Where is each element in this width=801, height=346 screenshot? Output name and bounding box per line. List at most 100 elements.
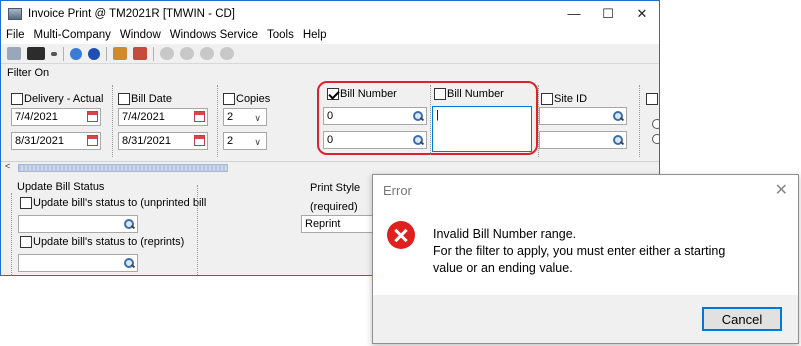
- radio-option-2[interactable]: [652, 134, 659, 144]
- lookup-icon[interactable]: [412, 110, 424, 122]
- dialog-message: Invalid Bill Number range. For the filte…: [433, 226, 725, 277]
- app-icon: [8, 7, 22, 20]
- bill-date-checkbox-group[interactable]: Bill Date: [118, 93, 172, 106]
- calendar-icon[interactable]: [87, 135, 98, 146]
- copies-label: Copies: [236, 93, 271, 106]
- help-icon[interactable]: [70, 47, 82, 60]
- copies-value-1: 2: [227, 111, 234, 123]
- bill-number-from-checkbox-group[interactable]: Bill Number: [327, 88, 397, 101]
- column-divider: [430, 85, 431, 155]
- toolbar-separator: [106, 46, 107, 61]
- unprinted-status-field[interactable]: [18, 215, 138, 233]
- column-divider: [217, 85, 218, 157]
- lookup-icon[interactable]: [612, 110, 624, 122]
- reprints-label: Update bill's status to (reprints): [33, 236, 185, 249]
- menu-window[interactable]: Window: [120, 29, 161, 41]
- bill-number-from-field-2[interactable]: 0: [323, 131, 427, 149]
- print-icon[interactable]: [7, 47, 21, 60]
- bill-date-checkbox[interactable]: [118, 93, 130, 106]
- reprints-checkbox-group[interactable]: Update bill's status to (reprints): [20, 236, 185, 249]
- site-id-field-2[interactable]: [539, 131, 627, 149]
- copies-checkbox[interactable]: [223, 93, 235, 106]
- bill-number-from-value-2: 0: [327, 134, 334, 146]
- minimize-button[interactable]: —: [557, 1, 591, 26]
- bill-date-to-value: 8/31/2021: [122, 135, 171, 147]
- reprints-status-field[interactable]: [18, 254, 138, 272]
- horizontal-scrollbar[interactable]: <: [1, 161, 659, 173]
- delivery-to-value: 8/31/2021: [15, 135, 64, 147]
- bill-date-from-value: 7/4/2021: [122, 111, 165, 123]
- bill-number-from-value-1: 0: [327, 110, 334, 122]
- column-divider: [112, 85, 113, 157]
- print-style-value: Reprint: [305, 218, 341, 230]
- window-title: Invoice Print @ TM2021R [TMWIN - CD]: [28, 7, 235, 20]
- menu-multi-company[interactable]: Multi-Company: [34, 29, 111, 41]
- menu-tools[interactable]: Tools: [267, 29, 294, 41]
- bill-number-from-label: Bill Number: [340, 88, 397, 101]
- column-divider: [639, 85, 640, 157]
- group-divider: [197, 185, 198, 275]
- unprinted-checkbox[interactable]: [20, 197, 32, 210]
- error-icon: [387, 221, 415, 249]
- delivery-from-date[interactable]: 7/4/2021: [11, 108, 101, 126]
- copies-checkbox-group[interactable]: Copies: [223, 93, 271, 106]
- reprints-checkbox[interactable]: [20, 236, 32, 249]
- calendar-icon[interactable]: [194, 111, 205, 122]
- menu-file[interactable]: File: [6, 29, 25, 41]
- dialog-title: Error: [383, 183, 412, 198]
- scrollbar-thumb[interactable]: [18, 164, 228, 172]
- bill-number-to-field[interactable]: |: [432, 106, 532, 152]
- lookup-icon[interactable]: [612, 134, 624, 146]
- next-column-checkbox[interactable]: [646, 93, 658, 106]
- lookup-icon[interactable]: [123, 218, 135, 230]
- bill-date-label: Bill Date: [131, 93, 172, 106]
- menu-windows-service[interactable]: Windows Service: [170, 29, 258, 41]
- bill-number-from-field-1[interactable]: 0: [323, 107, 427, 125]
- partial-checkbox[interactable]: [646, 93, 658, 106]
- copies-select-1[interactable]: 2 ∨: [223, 108, 267, 126]
- chevron-down-icon: ∨: [254, 113, 261, 123]
- delivery-actual-checkbox[interactable]: [11, 93, 23, 106]
- print-style-label: Print Style: [310, 182, 361, 194]
- bill-number-from-checkbox[interactable]: [327, 88, 339, 101]
- group-divider: [11, 193, 12, 275]
- calendar-icon[interactable]: [87, 111, 98, 122]
- site-id-field-1[interactable]: [539, 107, 627, 125]
- window-controls: — ☐ ✕: [557, 1, 659, 26]
- pen-icon[interactable]: [113, 47, 127, 60]
- maximize-button[interactable]: ☐: [591, 1, 625, 26]
- title-bar: Invoice Print @ TM2021R [TMWIN - CD] — ☐…: [1, 1, 659, 26]
- menu-bar: File Multi-Company Window Windows Servic…: [1, 26, 659, 44]
- dialog-footer: Cancel: [373, 295, 798, 343]
- bill-date-from[interactable]: 7/4/2021: [118, 108, 208, 126]
- clear-icon[interactable]: [133, 47, 147, 60]
- site-id-checkbox[interactable]: [541, 93, 553, 106]
- delivery-actual-checkbox-group[interactable]: Delivery - Actual: [11, 93, 103, 106]
- bill-number-to-checkbox[interactable]: [434, 88, 446, 101]
- lookup-icon[interactable]: [123, 257, 135, 269]
- chevron-down-icon: ∨: [254, 137, 261, 147]
- print-style-required: (required): [310, 201, 358, 213]
- dialog-close-icon[interactable]: ✕: [775, 180, 788, 200]
- cancel-button[interactable]: Cancel: [702, 307, 782, 331]
- unprinted-label: Update bill's status to (unprinted bill: [33, 197, 207, 210]
- info-icon[interactable]: [88, 47, 100, 60]
- radio-option-1[interactable]: [652, 119, 659, 129]
- bill-number-to-checkbox-group[interactable]: Bill Number: [434, 88, 504, 101]
- bill-number-to-label: Bill Number: [447, 88, 504, 101]
- delivery-to-date[interactable]: 8/31/2021: [11, 132, 101, 150]
- dropdown-arrow-icon[interactable]: [51, 51, 57, 56]
- unprinted-checkbox-group[interactable]: Update bill's status to (unprinted bill: [20, 197, 207, 210]
- menu-help[interactable]: Help: [303, 29, 327, 41]
- lookup-icon[interactable]: [412, 134, 424, 146]
- copies-select-2[interactable]: 2 ∨: [223, 132, 267, 150]
- update-bill-status-label: Update Bill Status: [17, 181, 105, 193]
- calendar-icon[interactable]: [194, 135, 205, 146]
- site-id-checkbox-group[interactable]: Site ID: [541, 93, 587, 106]
- print-style-select[interactable]: Reprint: [301, 215, 381, 233]
- delivery-from-value: 7/4/2021: [15, 111, 58, 123]
- screen-icon[interactable]: [27, 47, 45, 60]
- close-button[interactable]: ✕: [625, 1, 659, 26]
- scroll-left-arrow-icon[interactable]: <: [5, 161, 10, 171]
- bill-date-to[interactable]: 8/31/2021: [118, 132, 208, 150]
